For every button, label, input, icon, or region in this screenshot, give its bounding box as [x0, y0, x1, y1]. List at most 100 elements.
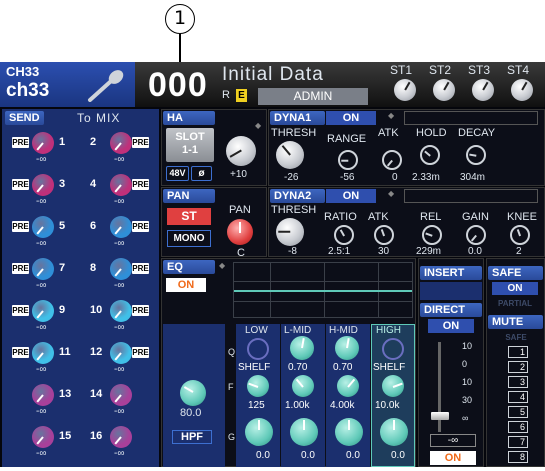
- eq-hmid-q-knob[interactable]: [335, 336, 359, 360]
- eq-low-f-knob[interactable]: [247, 375, 269, 397]
- scene-number[interactable]: 000: [148, 66, 208, 105]
- phantom-48v-button[interactable]: 48V: [166, 166, 189, 181]
- dyna2-value-gain: 0.0: [468, 246, 482, 257]
- safe-on-button[interactable]: ON: [492, 282, 538, 295]
- mute-group-7[interactable]: 7: [508, 436, 528, 448]
- send-6-level-knob[interactable]: [110, 216, 132, 238]
- eq-high-q-ring[interactable]: [382, 338, 404, 360]
- send-10-pre-badge[interactable]: PRE: [132, 305, 149, 316]
- eq-graph[interactable]: [233, 262, 413, 318]
- send-9-pre-badge[interactable]: PRE: [12, 305, 29, 316]
- channel-on-button[interactable]: ON: [430, 451, 476, 465]
- send-12-level-knob[interactable]: [110, 342, 132, 364]
- phase-button[interactable]: ø: [191, 166, 212, 181]
- send-1-pre-badge[interactable]: PRE: [12, 137, 29, 148]
- send-3-level-knob[interactable]: [32, 174, 54, 196]
- send-2-level-knob[interactable]: [110, 132, 132, 154]
- channel-name-box[interactable]: CH33 ch33: [0, 62, 135, 107]
- pan-knob[interactable]: [227, 219, 253, 245]
- dyna1-hold-knob[interactable]: [420, 145, 440, 165]
- dyna1-value-thresh: -26: [284, 172, 299, 183]
- direct-on-button[interactable]: ON: [428, 319, 474, 333]
- dyna1-value-hold: 2.33m: [412, 172, 440, 183]
- fader-knob[interactable]: [431, 412, 449, 420]
- send-4-level-knob[interactable]: [110, 174, 132, 196]
- fader-value-box[interactable]: -∞: [430, 434, 476, 447]
- pan-st-button[interactable]: ST: [167, 208, 211, 225]
- st2-knob[interactable]: [433, 79, 455, 101]
- dyna2-diamond-icon: ◆: [388, 189, 395, 198]
- eq-high-f-knob[interactable]: [382, 375, 404, 397]
- send-5-pre-badge[interactable]: PRE: [12, 221, 29, 232]
- send-6-pre-badge[interactable]: PRE: [132, 221, 149, 232]
- send-5-level-knob[interactable]: [32, 216, 54, 238]
- send-16-level-knob[interactable]: [110, 426, 132, 448]
- send-7-pre-badge[interactable]: PRE: [12, 263, 29, 274]
- send-8-level-knob[interactable]: [110, 258, 132, 280]
- dyna1-range-knob[interactable]: [338, 150, 358, 170]
- user-name[interactable]: ADMIN: [258, 88, 368, 105]
- send-11-pre-badge[interactable]: PRE: [12, 347, 29, 358]
- mute-group-3[interactable]: 3: [508, 376, 528, 388]
- send-2-pre-badge[interactable]: PRE: [132, 137, 149, 148]
- dyna2-ratio-knob[interactable]: [334, 225, 354, 245]
- ha-gain-knob[interactable]: [226, 136, 256, 166]
- mute-group-8[interactable]: 8: [508, 451, 528, 463]
- mute-group-1[interactable]: 1: [508, 346, 528, 358]
- dyna1-label-thresh: THRESH: [271, 127, 317, 139]
- ha-slot-button[interactable]: SLOT 1-1: [166, 128, 214, 162]
- eq-hmid-g-knob[interactable]: [335, 418, 363, 446]
- send-14-level-knob[interactable]: [110, 384, 132, 406]
- dyna2-thresh-knob[interactable]: [276, 218, 304, 246]
- st4-knob[interactable]: [511, 79, 533, 101]
- mute-group-2[interactable]: 2: [508, 361, 528, 373]
- insert-box[interactable]: [420, 282, 482, 300]
- send-11-level-knob[interactable]: [32, 342, 54, 364]
- send-12-pre-badge[interactable]: PRE: [132, 347, 149, 358]
- send-10-level-knob[interactable]: [110, 300, 132, 322]
- send-13-level-knob[interactable]: [32, 384, 54, 406]
- eq-on-button[interactable]: ON: [166, 278, 206, 292]
- eq-low-g-knob[interactable]: [245, 418, 273, 446]
- send-4-pre-badge[interactable]: PRE: [132, 179, 149, 190]
- dyna1-thresh-knob[interactable]: [276, 141, 304, 169]
- dyna2-on-button[interactable]: ON: [326, 189, 376, 203]
- send-2-number: 2: [90, 136, 97, 148]
- dyna1-atk-knob[interactable]: [382, 150, 402, 170]
- dyna2-label-knee: KNEE: [507, 211, 537, 223]
- dyna2-knee-knob[interactable]: [510, 225, 530, 245]
- send-1-level-knob[interactable]: [32, 132, 54, 154]
- dyna2-title: DYNA2: [270, 189, 325, 203]
- eq-low-q-ring[interactable]: [247, 338, 269, 360]
- st2-label: ST2: [429, 63, 452, 77]
- send-subtitle: To MIX: [77, 111, 121, 125]
- pan-mono-button[interactable]: MONO: [167, 230, 211, 247]
- eq-high-g-knob[interactable]: [380, 418, 408, 446]
- mute-group-4[interactable]: 4: [508, 391, 528, 403]
- safe-partial-button[interactable]: PARTIAL: [492, 298, 538, 310]
- eq-lmid-f-knob[interactable]: [292, 375, 314, 397]
- send-3-pre-badge[interactable]: PRE: [12, 179, 29, 190]
- send-8-pre-badge[interactable]: PRE: [132, 263, 149, 274]
- send-9-level-knob[interactable]: [32, 300, 54, 322]
- eq-hmid-f-knob[interactable]: [337, 375, 359, 397]
- dyna1-on-button[interactable]: ON: [326, 111, 376, 125]
- dyna2-rel-knob[interactable]: [422, 225, 442, 245]
- st3-knob[interactable]: [472, 79, 494, 101]
- mute-group-5[interactable]: 5: [508, 406, 528, 418]
- send-5-value: -∞: [36, 238, 47, 249]
- dyna1-decay-knob[interactable]: [466, 145, 486, 165]
- dyna2-gain-knob[interactable]: [466, 225, 486, 245]
- hpf-knob[interactable]: [180, 380, 206, 406]
- channel-name: ch33: [6, 80, 50, 101]
- mute-group-6[interactable]: 6: [508, 421, 528, 433]
- send-7-level-knob[interactable]: [32, 258, 54, 280]
- scene-title[interactable]: Initial Data: [222, 64, 324, 86]
- dyna2-atk-knob[interactable]: [374, 225, 394, 245]
- send-15-level-knob[interactable]: [32, 426, 54, 448]
- eq-lmid-g-knob[interactable]: [290, 418, 318, 446]
- st1-knob[interactable]: [394, 79, 416, 101]
- eq-lmid-q-knob[interactable]: [290, 336, 314, 360]
- hpf-button[interactable]: HPF: [172, 430, 212, 444]
- mute-safe-button[interactable]: SAFE: [500, 332, 532, 343]
